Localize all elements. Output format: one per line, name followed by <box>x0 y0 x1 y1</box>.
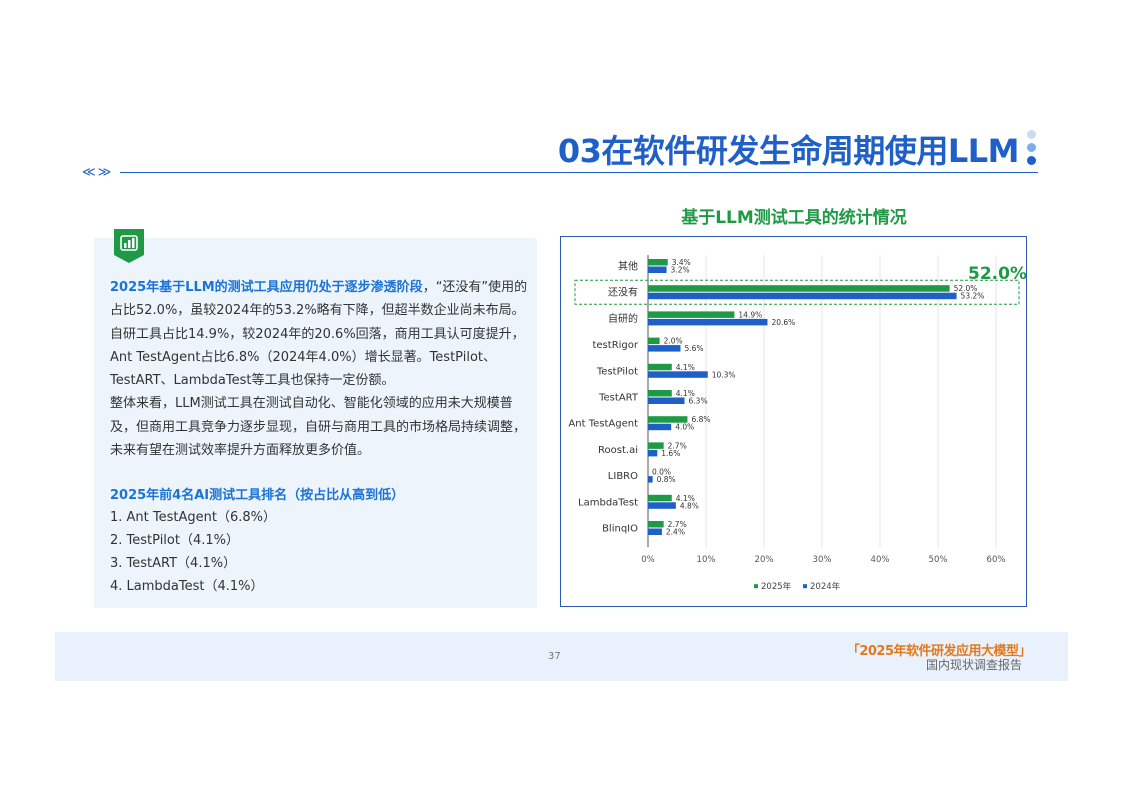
data-label: 6.3% <box>689 397 708 406</box>
bar-2024 <box>648 397 685 404</box>
bar-2025 <box>648 494 672 502</box>
page-title: 03在软件研发生命周期使用LLM <box>557 132 1020 170</box>
nav-arrows-icon[interactable]: ≪ ≫ <box>82 165 111 180</box>
bar-2024 <box>648 371 708 378</box>
category-label: 其他 <box>618 260 638 273</box>
data-label: 4.8% <box>680 501 699 510</box>
summary-paragraph-2: 整体来看，LLM测试工具在测试自动化、智能化领域的应用未大规模普及，但商用工具竞… <box>110 396 527 459</box>
legend-swatch <box>803 584 807 589</box>
bar-chart: 0% 10% 20% 30% 40% 50% 60%52.0%其他 3.4%3.2%还没有 52… <box>568 255 1026 592</box>
category-label: LIBRO <box>608 471 638 482</box>
footer-subtitle: 国内现状调查报告 <box>925 658 1022 672</box>
legend-label: 2024年 <box>810 581 841 592</box>
data-label: 14.9% <box>738 310 762 319</box>
data-label: 2.0% <box>664 337 683 346</box>
legend-label: 2025年 <box>761 581 792 592</box>
chart-badge-icon <box>114 229 144 263</box>
ranking-item: 2. TestPilot（4.1%） <box>110 533 239 548</box>
bar-2025 <box>648 285 950 292</box>
category-label: TestPilot <box>596 366 638 377</box>
data-label: 6.8% <box>691 415 710 424</box>
category-label: Roost.ai <box>598 445 638 456</box>
ranking-list: 1. Ant TestAgent（6.8%） 2. TestPilot（4.1%… <box>110 506 276 598</box>
bar-2025 <box>648 363 672 371</box>
summary-paragraph-1: 2025年基于LLM的测试工具应用仍处于逐步渗透阶段，“还没有”使用的占比52.… <box>110 276 534 392</box>
bar-2024 <box>648 449 658 457</box>
data-label: 5.6% <box>684 344 703 353</box>
ranking-title: 2025年前4名AI测试工具排名（按占比从高到低） <box>110 488 405 503</box>
summary-paragraph-1-rest: ，“还没有”使用的占比52.0%，虽较2024年的53.2%略有下降，但超半数企… <box>110 280 528 389</box>
x-tick-label: 40% <box>871 555 890 565</box>
bar-2025 <box>648 390 672 397</box>
x-tick-label: 0% <box>641 555 655 565</box>
x-tick-label: 60% <box>987 555 1006 565</box>
data-label: 10.3% <box>712 370 736 379</box>
bar-2024 <box>648 292 957 300</box>
bar-2024 <box>648 476 653 483</box>
callout-label: 52.0% <box>968 264 1026 284</box>
data-label: 2.4% <box>666 528 685 537</box>
bar-2024 <box>648 423 672 431</box>
category-label: BlinqIO <box>602 524 638 535</box>
data-label: 20.6% <box>771 318 795 327</box>
ranking-item: 3. TestART（4.1%） <box>110 556 237 571</box>
header-divider <box>120 172 1038 173</box>
highlight-box <box>574 279 1020 305</box>
summary-highlight: 2025年基于LLM的测试工具应用仍处于逐步渗透阶段 <box>110 280 423 295</box>
bar-2024 <box>648 502 676 509</box>
data-label: 53.2% <box>961 292 985 301</box>
category-label: 自研的 <box>608 312 638 325</box>
bar-2025 <box>648 521 664 528</box>
bar-2024 <box>648 345 681 352</box>
ranking-item: 4. LambdaTest（4.1%） <box>110 579 264 594</box>
bar-2024 <box>648 266 667 273</box>
bar-2024 <box>648 318 768 326</box>
data-label: 4.1% <box>676 363 695 372</box>
bar-2025 <box>648 259 668 266</box>
category-label: testRigor <box>592 340 638 351</box>
page-number: 37 <box>548 651 561 662</box>
chart-frame: 0% 10% 20% 30% 40% 50% 60% 52.0% 其他 3.4% 3.2% 还没有 52… <box>560 236 1027 607</box>
category-label: 还没有 <box>608 286 638 299</box>
data-label: 3.2% <box>671 266 690 275</box>
bar-2025 <box>648 337 660 345</box>
bar-2025 <box>648 311 735 318</box>
x-tick-label: 20% <box>755 555 774 565</box>
x-tick-label: 10% <box>697 555 716 565</box>
data-label: 0.8% <box>657 475 676 484</box>
chart-title: 基于LLM测试工具的统计情况 <box>681 208 907 228</box>
x-tick-label: 30% <box>813 555 832 565</box>
legend-swatch <box>754 584 758 589</box>
title-dots-decoration <box>1027 130 1037 170</box>
summary-text: 2025年基于LLM的测试工具应用仍处于逐步渗透阶段，“还没有”使用的占比52.… <box>110 276 534 462</box>
data-label: 1.6% <box>661 449 680 458</box>
bar-2024 <box>648 528 662 535</box>
ranking-item: 1. Ant TestAgent（6.8%） <box>110 510 277 525</box>
category-label: LambdaTest <box>578 497 638 508</box>
category-label: Ant TestAgent <box>568 419 638 430</box>
data-label: 4.0% <box>675 423 694 432</box>
x-tick-label: 50% <box>929 555 948 565</box>
category-label: TestART <box>598 393 639 404</box>
